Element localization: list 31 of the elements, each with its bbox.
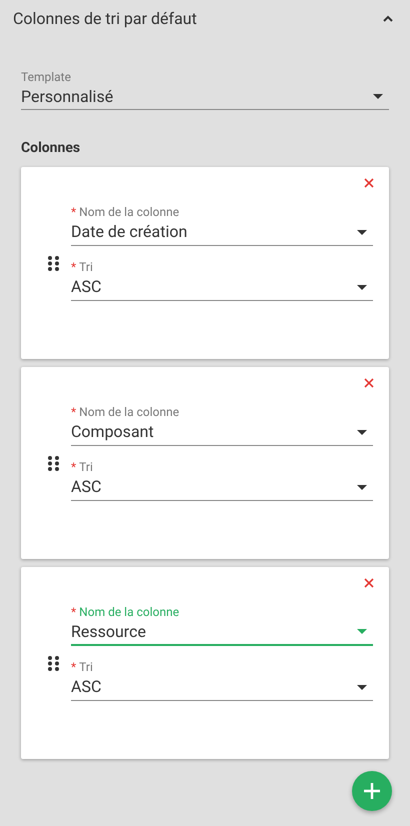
drag-handle-icon[interactable] [48,656,59,670]
dropdown-caret-icon [357,284,367,290]
section-heading: Colonnes [21,140,82,156]
dropdown-caret-icon [357,430,367,434]
plus-icon [363,782,381,800]
dropdown-field[interactable]: Date de création [71,219,373,246]
section-title: Colonnes de tri par défaut [13,8,197,30]
drag-handle-icon[interactable] [48,256,59,270]
field-label: * Tri [71,460,94,474]
drag-handle-icon[interactable] [48,456,59,470]
field-label: * Tri [71,260,94,274]
dropdown-caret-icon [373,94,383,99]
dropdown-caret-icon [357,230,367,234]
field-label: * Nom de la colonne [71,405,180,419]
dropdown-caret-icon [357,684,367,690]
dropdown-field[interactable]: ASC [71,474,373,501]
add-button[interactable] [352,771,392,811]
field-label: * Nom de la colonne [71,205,180,219]
field-label: * Tri [71,660,94,674]
close-icon[interactable] [364,378,374,388]
close-icon[interactable] [364,578,374,588]
dropdown-caret-icon [357,484,367,490]
dropdown-field[interactable]: ASC [71,274,373,301]
field-label: * Nom de la colonne [71,605,180,619]
field-label: Template [21,70,72,84]
template-select[interactable]: Personnalisé [21,84,389,110]
close-icon[interactable] [364,178,374,188]
dropdown-caret-icon [357,629,367,634]
dropdown-field[interactable]: Ressource [71,619,373,646]
dropdown-field[interactable]: Composant [71,419,373,446]
dropdown-field[interactable]: ASC [71,674,373,701]
